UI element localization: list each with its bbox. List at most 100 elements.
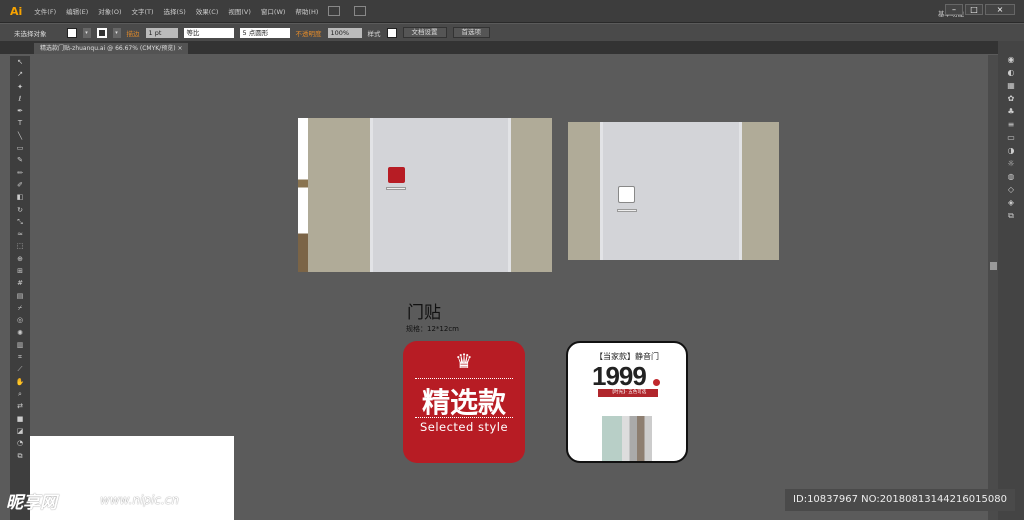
blob-brush-tool-icon[interactable]: ✐ xyxy=(10,179,30,191)
graphic-style-swatch[interactable] xyxy=(386,27,397,38)
minimize-button[interactable]: – xyxy=(945,4,963,15)
free-transform-tool-icon[interactable]: ⬚ xyxy=(10,240,30,252)
chevron-down-icon[interactable]: ▾ xyxy=(82,27,91,38)
scale-tool-icon[interactable]: ⤡ xyxy=(10,216,30,228)
artboards-icon[interactable]: ⧉ xyxy=(1001,211,1021,224)
control-bar: 未选择对象 ▾ ▾ 描边 1 pt 等比 5 点圆形 不透明度 100% 样式 … xyxy=(0,24,1024,41)
color-icon[interactable]: ◐ xyxy=(1001,68,1021,81)
transform-icon[interactable]: ◇ xyxy=(1001,185,1021,198)
symbols-icon[interactable]: ♣ xyxy=(1001,107,1021,120)
red-sticker[interactable]: ♛ 精选款 Selected style xyxy=(403,341,525,463)
door-handle-icon xyxy=(617,209,637,212)
door-panel xyxy=(370,118,511,272)
graphic-styles-icon[interactable]: ☼ xyxy=(1001,159,1021,172)
menu-view[interactable]: 视图(V) xyxy=(228,6,251,16)
zoom-tool-icon[interactable]: ⌕ xyxy=(10,388,30,400)
symbol-sprayer-tool-icon[interactable]: ✺ xyxy=(10,327,30,339)
rotate-tool-icon[interactable]: ↻ xyxy=(10,204,30,216)
type-tool-icon[interactable]: T xyxy=(10,117,30,129)
bridge-icon[interactable] xyxy=(328,6,341,16)
menu-select[interactable]: 选择(S) xyxy=(164,6,186,16)
currency-badge xyxy=(653,379,660,386)
direct-selection-tool-icon[interactable]: ↗ xyxy=(10,68,30,80)
eyedropper-tool-icon[interactable]: ⌿ xyxy=(10,302,30,314)
white-sticker[interactable]: 【当家款】静音门 1999 【时光】· 五色可选 xyxy=(566,341,688,463)
panel-icons: ◉ ◐ ▦ ✿ ♣ ≡ ▭ ◑ ☼ ◍ ◇ ◈ ⧉ xyxy=(1001,55,1021,224)
watermark-id: ID:10837967 NO:20180813144216015080 xyxy=(785,489,1015,511)
document-tab[interactable]: 精选款门贴-zhuanqu.ai @ 66.67% (CMYK/预览) × xyxy=(34,43,189,54)
layers-icon[interactable]: ◈ xyxy=(1001,198,1021,211)
document-setup-button[interactable]: 文档设置 xyxy=(402,27,447,38)
hand-tool-icon[interactable]: ✋ xyxy=(10,376,30,388)
door-handle-icon xyxy=(386,187,406,190)
arrange-documents-icon[interactable] xyxy=(354,6,367,16)
stroke-swatch[interactable] xyxy=(96,27,107,38)
artboard-tool-icon[interactable]: ⌗ xyxy=(10,351,30,363)
artwork-spec: 规格：12*12cm xyxy=(406,325,459,333)
align-icon[interactable]: ◍ xyxy=(1001,172,1021,185)
watermark-site: 昵享网 xyxy=(6,493,57,513)
blend-tool-icon[interactable]: ◎ xyxy=(10,314,30,326)
fill-stroke-icon[interactable]: ■ xyxy=(10,413,30,425)
stroke-weight-input[interactable]: 1 pt xyxy=(145,27,178,38)
door-photo-2[interactable] xyxy=(568,122,779,260)
perspective-grid-tool-icon[interactable]: ⊞ xyxy=(10,265,30,277)
door-photo-1[interactable] xyxy=(298,118,552,272)
stroke-label[interactable]: 描边 xyxy=(127,28,140,38)
appearance-icon[interactable]: ◉ xyxy=(1001,55,1021,68)
scrollbar-thumb[interactable] xyxy=(990,262,997,270)
opacity-label[interactable]: 不透明度 xyxy=(296,28,322,38)
menu-edit[interactable]: 编辑(E) xyxy=(66,6,88,16)
brush-definition[interactable]: 5 点圆形 xyxy=(239,27,290,38)
drawing-mode-icon[interactable]: ◔ xyxy=(10,437,30,449)
menu-object[interactable]: 对象(O) xyxy=(98,6,121,16)
variable-width-profile[interactable]: 等比 xyxy=(183,27,234,38)
style-label: 样式 xyxy=(367,29,381,38)
pencil-tool-icon[interactable]: ✏ xyxy=(10,167,30,179)
menu-type[interactable]: 文字(T) xyxy=(132,6,154,16)
lasso-tool-icon[interactable]: ℓ xyxy=(10,93,30,105)
preferences-button[interactable]: 首选项 xyxy=(452,27,490,38)
gradient-tool-icon[interactable]: ▤ xyxy=(10,290,30,302)
shape-builder-tool-icon[interactable]: ⊕ xyxy=(10,253,30,265)
mesh-tool-icon[interactable]: # xyxy=(10,277,30,289)
eraser-tool-icon[interactable]: ◧ xyxy=(10,191,30,203)
watermark-url: www.nipic.cn xyxy=(100,493,179,507)
fill-swatch[interactable] xyxy=(66,27,77,38)
transparency-icon[interactable]: ◑ xyxy=(1001,146,1021,159)
gradient-icon[interactable]: ▭ xyxy=(1001,133,1021,146)
chevron-down-icon[interactable]: ▾ xyxy=(112,27,121,38)
close-button[interactable]: × xyxy=(985,4,1015,15)
close-tab-icon[interactable]: × xyxy=(177,45,182,52)
swatches-icon[interactable]: ▦ xyxy=(1001,81,1021,94)
tools-panel: ↖ ↗ ✦ ℓ ✒ T ╲ ▭ ✎ ✏ ✐ ◧ ↻ ⤡ ≈ ⬚ ⊕ ⊞ # ▤ … xyxy=(10,56,30,520)
swap-colors-icon[interactable]: ⇄ xyxy=(10,400,30,412)
vertical-scrollbar[interactable] xyxy=(988,55,998,520)
paintbrush-tool-icon[interactable]: ✎ xyxy=(10,154,30,166)
menu-file[interactable]: 文件(F) xyxy=(34,6,56,16)
rectangle-tool-icon[interactable]: ▭ xyxy=(10,142,30,154)
door-thumbnail xyxy=(602,416,652,461)
opacity-input[interactable]: 100% xyxy=(327,27,362,38)
pen-tool-icon[interactable]: ✒ xyxy=(10,105,30,117)
illustrator-logo: Ai xyxy=(10,4,23,18)
stroke-icon[interactable]: ≡ xyxy=(1001,120,1021,133)
artwork-title: 门贴 xyxy=(407,303,441,323)
slice-tool-icon[interactable]: ⟋ xyxy=(10,363,30,375)
screen-mode-icon[interactable]: ⧉ xyxy=(10,450,30,462)
color-mode-icon[interactable]: ◪ xyxy=(10,425,30,437)
crown-icon: ♛ xyxy=(455,349,473,373)
divider xyxy=(415,378,513,379)
maximize-button[interactable]: □ xyxy=(965,4,983,15)
column-graph-tool-icon[interactable]: ▥ xyxy=(10,339,30,351)
menu-window[interactable]: 窗口(W) xyxy=(261,6,286,16)
magic-wand-tool-icon[interactable]: ✦ xyxy=(10,81,30,93)
selection-tool-icon[interactable]: ↖ xyxy=(10,56,30,68)
brushes-icon[interactable]: ✿ xyxy=(1001,94,1021,107)
width-tool-icon[interactable]: ≈ xyxy=(10,228,30,240)
sticker-headline: 精选款 xyxy=(421,386,506,419)
menu-effect[interactable]: 效果(C) xyxy=(196,6,219,16)
menu-help[interactable]: 帮助(H) xyxy=(295,6,318,16)
selection-status: 未选择对象 xyxy=(14,29,47,38)
line-tool-icon[interactable]: ╲ xyxy=(10,130,30,142)
